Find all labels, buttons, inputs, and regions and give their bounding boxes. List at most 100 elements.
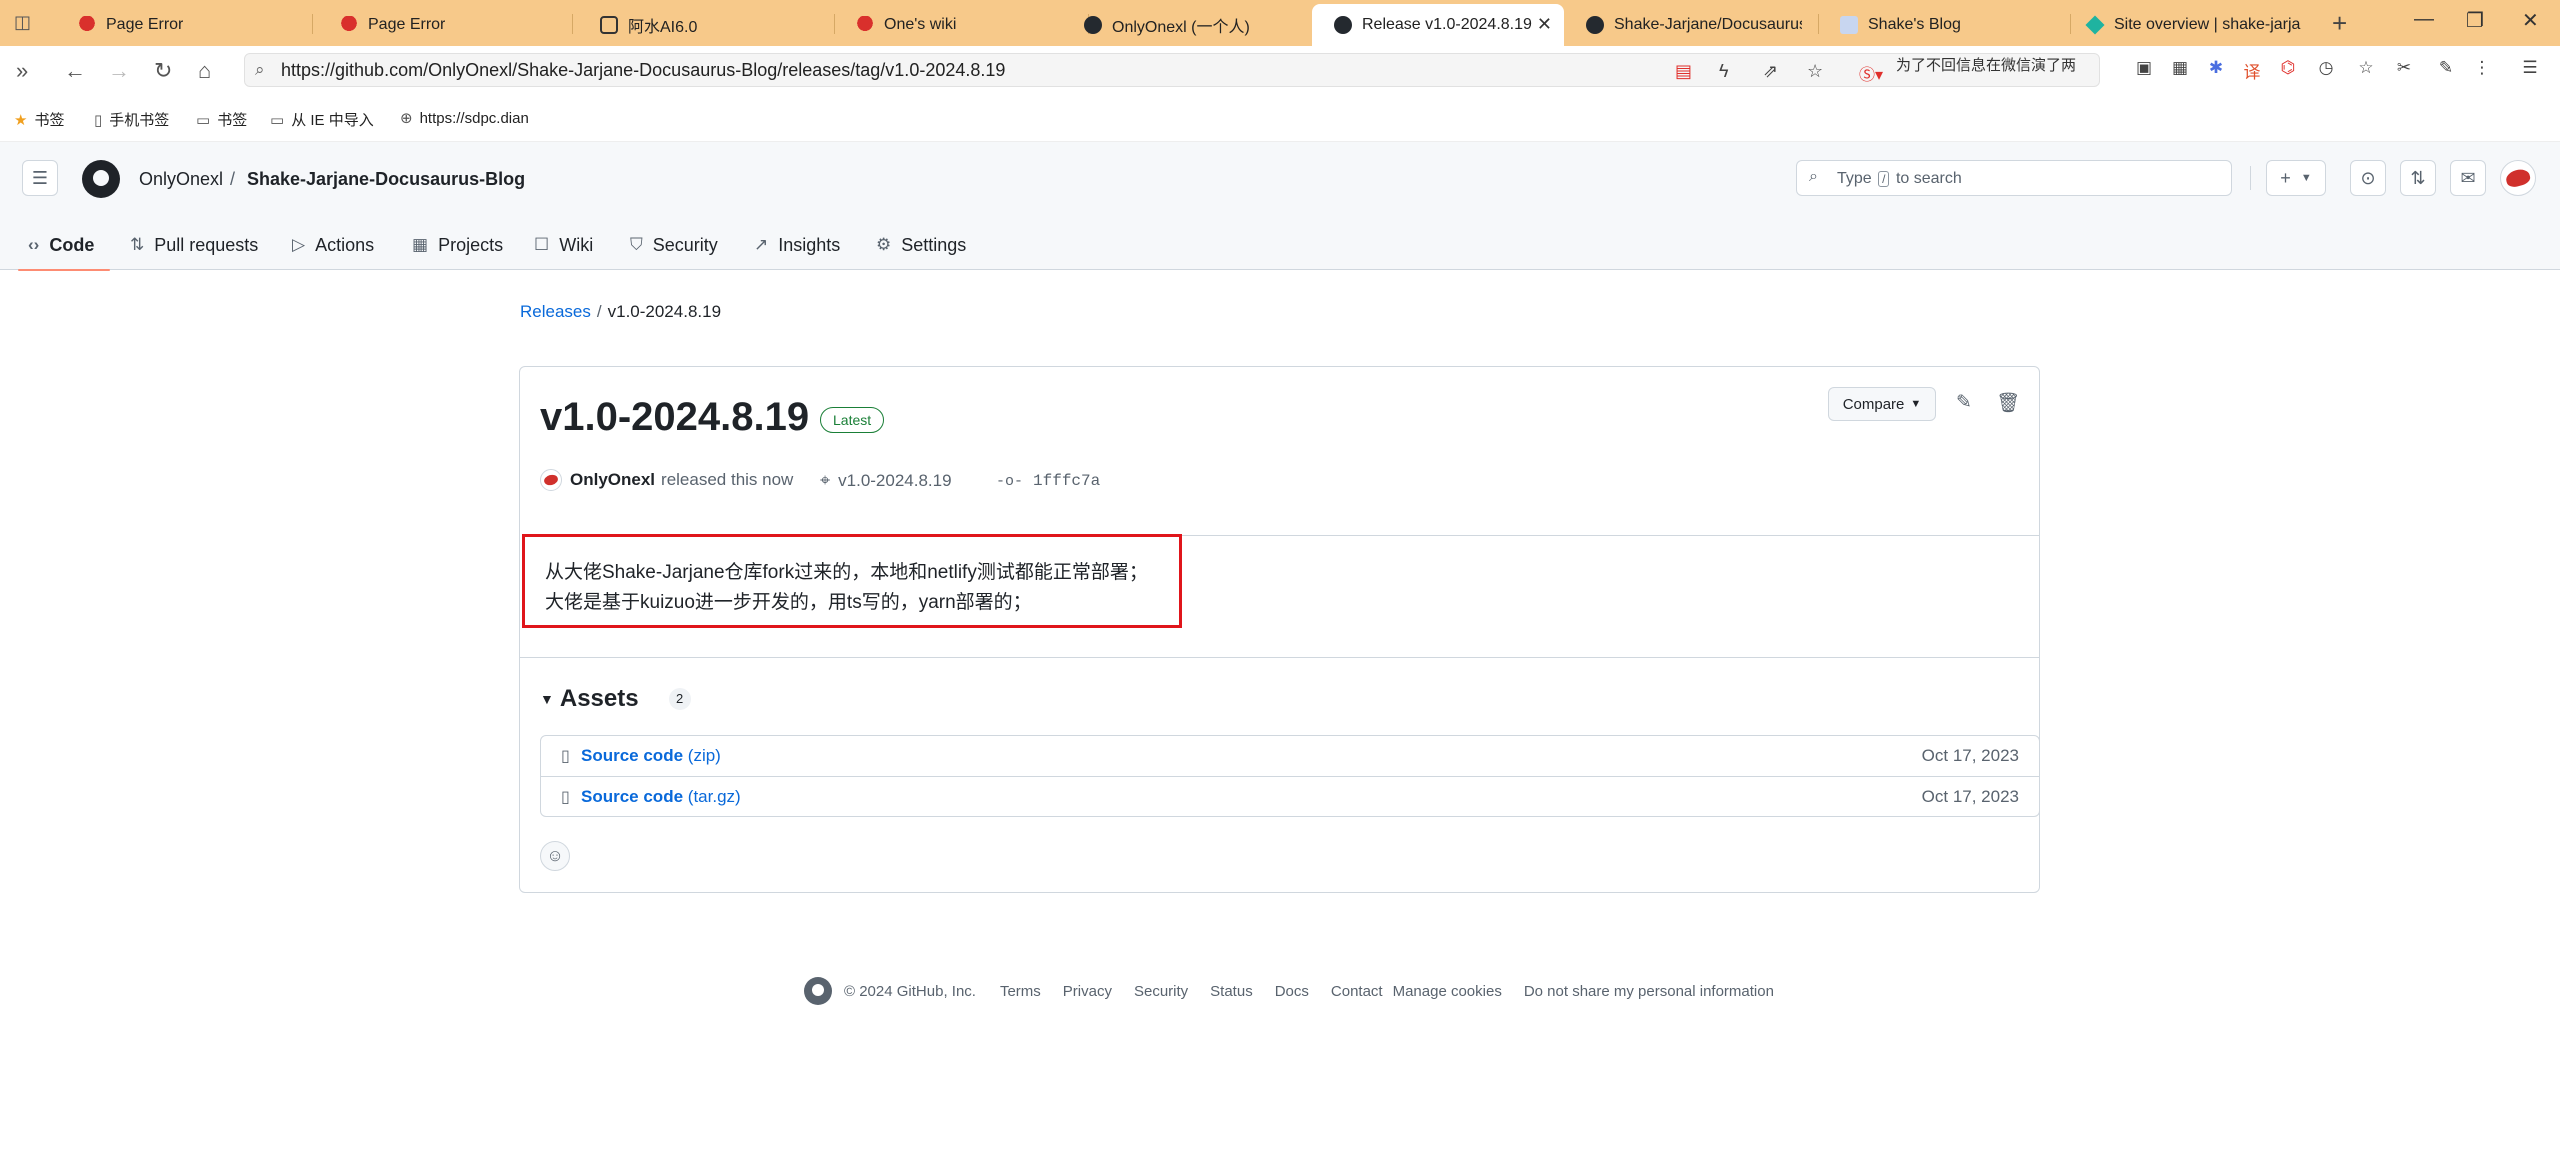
pull-request-icon: ⇅	[2410, 167, 2426, 188]
compare-button[interactable]: Compare ▼	[1828, 387, 1936, 421]
github-logo-icon[interactable]	[804, 977, 832, 1005]
collections-icon[interactable]: ☆	[2356, 58, 2376, 78]
asset-row: ▯ Source code (zip) Oct 17, 2023	[541, 736, 2039, 776]
trash-icon[interactable]: 🗑	[1996, 391, 2020, 415]
user-avatar[interactable]	[2500, 160, 2536, 196]
puzzle-icon[interactable]: ✱	[2206, 58, 2226, 78]
tab-projects[interactable]: ▦ Projects	[412, 220, 503, 270]
reader-icon[interactable]: ▤	[1675, 61, 1692, 82]
asset-download-link[interactable]: Source code (tar.gz)	[581, 787, 741, 807]
tab-label: Insights	[778, 234, 841, 255]
browser-tab[interactable]: Shake-Jarjane/Docusaurus	[1564, 4, 1816, 46]
qr-icon[interactable]: ▦	[2170, 58, 2190, 78]
browser-tab[interactable]: Page Error	[318, 4, 568, 46]
tab-insights[interactable]: ↗ Insights	[754, 220, 840, 270]
sidebar-toggle-icon[interactable]: ◫	[14, 12, 36, 34]
tab-actions[interactable]: ▷ Actions	[292, 220, 374, 270]
footer-link-contact[interactable]: Contact	[1331, 983, 1383, 1000]
release-title[interactable]: v1.0-2024.8.19	[540, 395, 809, 440]
browser-tab[interactable]: 阿水AI6.0	[578, 4, 828, 46]
share-icon[interactable]: ⇗	[1763, 61, 1778, 82]
browser-tab[interactable]: Shake's Blog	[1818, 4, 2068, 46]
close-tab-icon[interactable]: ✕	[1537, 14, 1552, 35]
minimize-icon[interactable]: —	[2414, 8, 2434, 31]
footer: © 2024 GitHub, Inc. Terms Privacy Securi…	[804, 976, 1774, 1006]
release-tag-link[interactable]: ⌖ v1.0-2024.8.19	[820, 470, 952, 491]
footer-link-status[interactable]: Status	[1210, 983, 1253, 1000]
bookmark-item[interactable]: ▭ 从 IE 中导入	[270, 109, 374, 130]
red-pin-icon	[856, 16, 874, 34]
expand-icon[interactable]: »	[16, 58, 28, 84]
releases-link[interactable]: Releases	[520, 302, 591, 321]
github-icon	[1334, 16, 1352, 34]
tab-title: Shake's Blog	[1868, 16, 1961, 33]
bookmark-item[interactable]: ★ 书签	[14, 109, 64, 130]
draw-icon[interactable]: ✎	[2436, 58, 2456, 78]
edit-pencil-icon[interactable]: ✎	[1952, 391, 1976, 415]
browser-tab[interactable]: One's wiki	[834, 4, 1084, 46]
breadcrumb: Releases / v1.0-2024.8.19	[520, 302, 721, 322]
footer-link-terms[interactable]: Terms	[1000, 983, 1041, 1000]
code-icon: ‹›	[28, 235, 40, 254]
bookmark-item[interactable]: ⊕ https://sdpc.dian	[400, 109, 529, 128]
footer-link-docs[interactable]: Docs	[1275, 983, 1309, 1000]
asset-download-link[interactable]: Source code (zip)	[581, 746, 721, 766]
browser-tab[interactable]: Page Error	[56, 4, 306, 46]
author-avatar[interactable]	[540, 469, 562, 491]
repo-owner-link[interactable]: OnlyOnexl	[139, 169, 223, 190]
tab-settings[interactable]: ⚙ Settings	[876, 220, 966, 270]
create-new-button[interactable]: + ▼	[2266, 160, 2326, 196]
footer-link-privacy[interactable]: Privacy	[1063, 983, 1112, 1000]
restore-icon[interactable]: ❐	[2466, 8, 2484, 33]
translate-icon[interactable]: 译	[2242, 58, 2262, 82]
bookmark-item[interactable]: ▭ 书签	[196, 109, 247, 130]
repo-name-link[interactable]: Shake-Jarjane-Docusaurus-Blog	[247, 169, 525, 190]
assets-toggle[interactable]: ▼ Assets 2	[540, 685, 691, 713]
screenshot-icon[interactable]: ✂	[2394, 58, 2414, 78]
browser-tab-active[interactable]: Release v1.0-2024.8.19 ✕	[1312, 4, 1564, 46]
favorite-star-icon[interactable]: ☆	[1807, 61, 1823, 82]
more-icon[interactable]: ⋮	[2472, 58, 2492, 78]
image-icon	[1840, 16, 1858, 34]
lightning-icon[interactable]: ϟ	[1719, 61, 1729, 82]
tab-code[interactable]: ‹› Code	[28, 220, 94, 270]
pull-requests-button[interactable]: ⇅	[2400, 160, 2436, 196]
assets-list: ▯ Source code (zip) Oct 17, 2023 ▯ Sourc…	[540, 735, 2040, 817]
search-engine-icon[interactable]: Ⓢ▾	[1859, 61, 1883, 85]
tab-pull-requests[interactable]: ⇅ Pull requests	[130, 220, 258, 270]
menu-icon[interactable]: ☰	[2520, 58, 2540, 78]
tab-wiki[interactable]: ☐ Wiki	[534, 220, 593, 270]
add-reaction-smiley-icon[interactable]: ☺	[540, 841, 570, 871]
footer-link-do-not-share[interactable]: Do not share my personal information	[1524, 983, 1774, 1000]
new-tab-icon[interactable]: +	[2332, 8, 2347, 39]
search-input[interactable]: ⌕ Type / to search	[1796, 160, 2232, 196]
author-link[interactable]: OnlyOnexl	[570, 470, 655, 490]
browser-tab[interactable]: OnlyOnexl (一个人)	[1062, 4, 1312, 46]
back-icon[interactable]: ←	[64, 58, 86, 84]
footer-link-security[interactable]: Security	[1134, 983, 1188, 1000]
url-text[interactable]: https://github.com/OnlyOnexl/Shake-Jarja…	[281, 60, 1005, 81]
forward-icon[interactable]: →	[108, 58, 130, 84]
hamburger-menu-icon[interactable]: ☰	[22, 160, 58, 196]
commit-link[interactable]: -o- 1fffc7a	[996, 472, 1100, 490]
inbox-button[interactable]: ✉	[2450, 160, 2486, 196]
search-placeholder-prefix: Type	[1837, 170, 1872, 187]
search-icon: ⌕	[255, 60, 265, 79]
app-icon	[600, 16, 618, 34]
pdf-icon[interactable]: ⌬	[2278, 58, 2298, 78]
reload-icon[interactable]: ↻	[154, 58, 172, 84]
bookmark-item[interactable]: ▯ 手机书签	[94, 109, 169, 130]
folder-icon: ▭	[270, 111, 285, 129]
extension-icon[interactable]: ▣	[2134, 58, 2154, 78]
history-icon[interactable]: ◷	[2316, 58, 2336, 78]
tab-security[interactable]: ⛉ Security	[630, 220, 718, 270]
github-icon	[1084, 16, 1102, 34]
search-hint[interactable]: 为了不回信息在微信演了两	[1896, 54, 2096, 75]
browser-tab[interactable]: Site overview | shake-jarja	[2064, 4, 2316, 46]
close-window-icon[interactable]: ✕	[2522, 8, 2539, 33]
footer-link-manage-cookies[interactable]: Manage cookies	[1393, 983, 1502, 1000]
issues-button[interactable]: ⊙	[2350, 160, 2386, 196]
url-field[interactable]: ⌕ https://github.com/OnlyOnexl/Shake-Jar…	[244, 53, 2100, 87]
home-icon[interactable]: ⌂	[198, 58, 211, 84]
github-logo-icon[interactable]	[82, 160, 120, 198]
